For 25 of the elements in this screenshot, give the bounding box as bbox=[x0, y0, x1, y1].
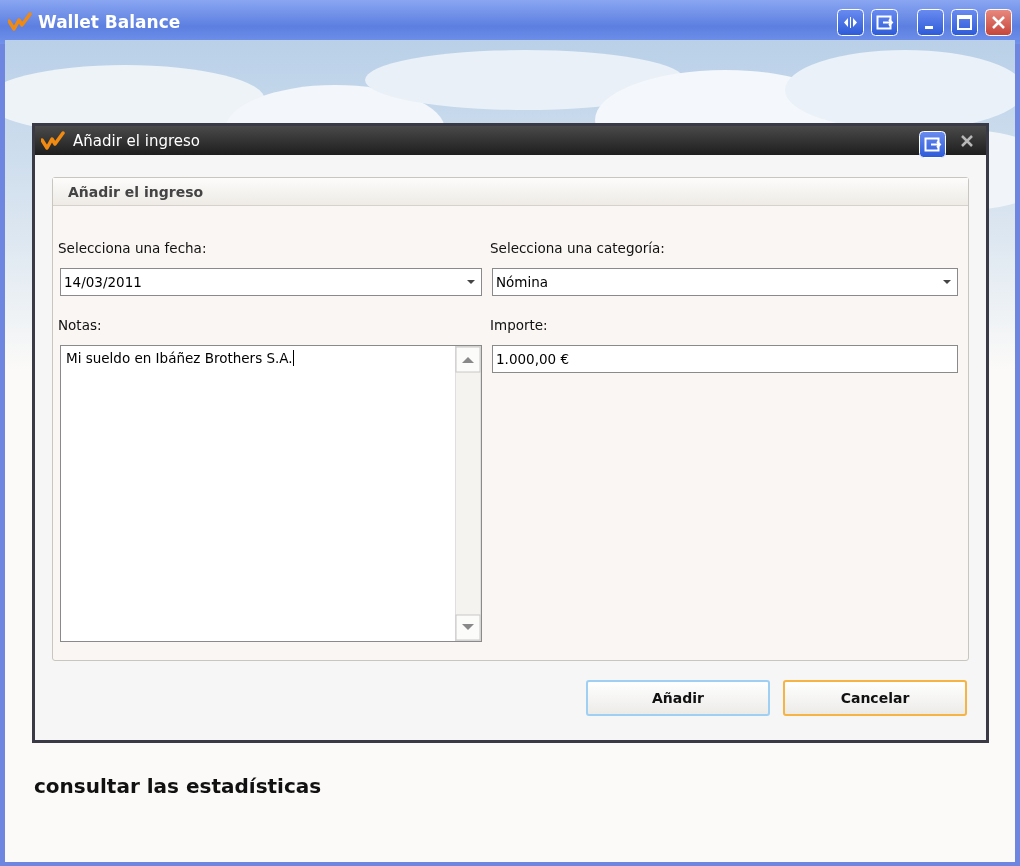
field-label: Selecciona una categoría: bbox=[490, 240, 666, 256]
dropdown[interactable]: 14/03/2011 bbox=[60, 268, 482, 296]
dialog-title: Añadir el ingreso bbox=[73, 131, 200, 150]
dock-icon[interactable] bbox=[919, 131, 946, 158]
dropdown[interactable]: Nómina bbox=[492, 268, 958, 296]
scrollbar[interactable] bbox=[455, 346, 481, 641]
field-label: Selecciona una fecha: bbox=[58, 240, 208, 256]
caret-icon bbox=[467, 280, 475, 284]
notes-field[interactable]: Mi sueldo en Ibáñez Brothers S.A. bbox=[60, 345, 482, 642]
group-title: Añadir el ingreso bbox=[53, 178, 968, 206]
maximize-icon[interactable] bbox=[951, 8, 978, 36]
arrows-icon[interactable] bbox=[837, 8, 864, 36]
logo-icon bbox=[8, 12, 32, 32]
window-title: Wallet Balance bbox=[38, 12, 182, 32]
dialog-button[interactable]: Añadir bbox=[586, 680, 770, 716]
minimize-icon[interactable] bbox=[917, 8, 944, 36]
close-icon[interactable] bbox=[960, 133, 974, 148]
dock-icon[interactable] bbox=[871, 8, 898, 36]
logo-icon bbox=[41, 130, 65, 151]
caret-icon bbox=[943, 280, 951, 284]
welcome-text: consultar las estadísticas bbox=[34, 774, 322, 798]
field-label: Importe: bbox=[490, 317, 549, 333]
dialog-button[interactable]: Cancelar bbox=[783, 680, 967, 716]
field-label: Notas: bbox=[58, 317, 103, 333]
amount-field[interactable]: 1.000,00 € bbox=[492, 345, 958, 373]
